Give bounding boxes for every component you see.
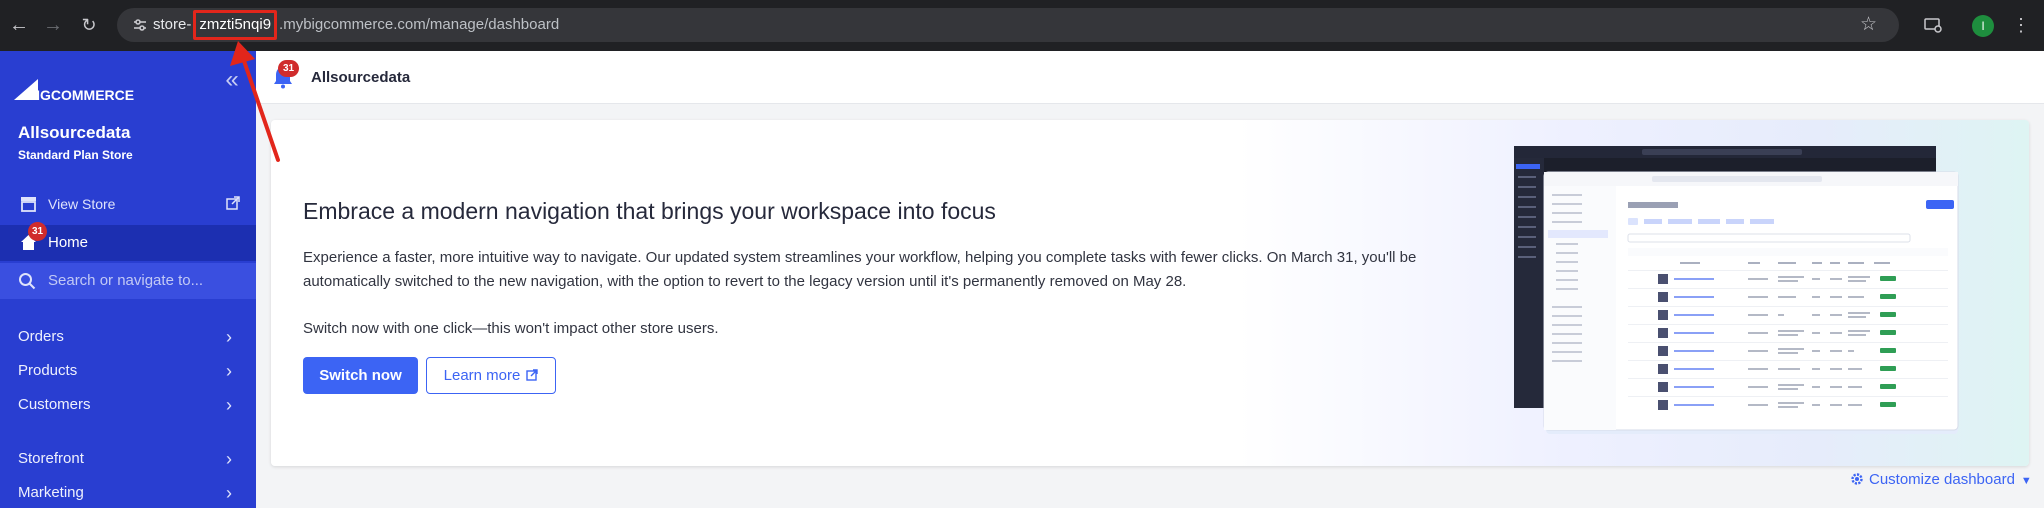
sidebar-item-customers[interactable]: Customers › <box>0 389 256 421</box>
logo-text: BIGCOMMERCE <box>26 87 134 103</box>
chevron-right-icon: › <box>226 483 232 503</box>
store-name: Allsourcedata <box>18 123 131 142</box>
banner-title: Embrace a modern navigation that brings … <box>303 198 996 224</box>
home-label: Home <box>48 234 89 251</box>
reload-icon[interactable]: ↻ <box>76 12 102 38</box>
browser-toolbar: ← → ↻ store-zmzti5nqi9 .mybigcommerce.com… <box>0 0 2044 51</box>
chevron-right-icon: › <box>226 395 232 415</box>
site-settings-icon[interactable] <box>125 8 155 42</box>
notification-badge: 31 <box>278 60 299 77</box>
view-store-link[interactable]: View Store <box>0 187 256 221</box>
forward-arrow-icon[interactable]: → <box>40 12 66 38</box>
bookmark-star-icon[interactable]: ☆ <box>1860 8 1877 42</box>
external-link-icon <box>526 369 539 381</box>
sidebar-item-home[interactable]: 31 Home <box>0 222 256 261</box>
chevron-right-icon: › <box>226 361 232 381</box>
view-store-label: View Store <box>48 196 116 212</box>
collapse-sidebar-icon[interactable]: « <box>220 68 244 93</box>
customize-dashboard-link[interactable]: Customize dashboard ▼ <box>1850 470 2032 490</box>
url-text[interactable]: store-zmzti5nqi9 .mybigcommerce.com/manag… <box>153 8 559 42</box>
profile-avatar[interactable]: I <box>1972 15 1994 37</box>
url-rest: .mybigcommerce.com/manage/dashboard <box>279 16 560 33</box>
banner-note: Switch now with one click—this won't imp… <box>303 320 719 337</box>
address-bar[interactable]: store-zmzti5nqi9 .mybigcommerce.com/manag… <box>117 8 1899 42</box>
storefront-icon <box>21 197 36 212</box>
switch-now-button[interactable]: Switch now <box>303 357 418 394</box>
learn-more-button[interactable]: Learn more <box>426 357 556 394</box>
search-icon <box>19 273 36 290</box>
external-link-icon <box>226 196 240 210</box>
sidebar-search[interactable]: Search or navigate to... <box>0 263 256 299</box>
gear-icon <box>1851 473 1863 485</box>
sidebar-item-marketing[interactable]: Marketing › <box>0 477 256 508</box>
sidebar-item-products[interactable]: Products › <box>0 355 256 387</box>
chevron-right-icon: › <box>226 449 232 469</box>
top-header: 31 Allsourcedata <box>256 51 2044 104</box>
url-highlight-box: zmzti5nqi9 <box>193 10 278 40</box>
sidebar-item-label: Products <box>18 362 78 379</box>
sidebar-item-label: Marketing <box>18 484 84 501</box>
screen: ← → ↻ store-zmzti5nqi9 .mybigcommerce.com… <box>0 0 2044 508</box>
sidebar-item-orders[interactable]: Orders › <box>0 321 256 353</box>
home-notification-badge: 31 <box>28 222 47 241</box>
url-prefix: store- <box>153 16 192 33</box>
bigcommerce-logo[interactable]: BIGCOMMERCE <box>12 69 182 109</box>
store-plan: Standard Plan Store <box>18 148 133 162</box>
sidebar: BIGCOMMERCE « Allsourcedata Standard Pla… <box>0 51 256 508</box>
sidebar-item-label: Storefront <box>18 450 84 467</box>
back-arrow-icon[interactable]: ← <box>6 12 32 38</box>
sidebar-item-label: Orders <box>18 328 64 345</box>
learn-more-label: Learn more <box>443 367 521 384</box>
cast-icon[interactable] <box>1920 12 1946 38</box>
sidebar-item-storefront[interactable]: Storefront › <box>0 443 256 475</box>
caret-down-icon: ▼ <box>2020 475 2032 487</box>
more-menu-icon[interactable]: ⋮ <box>2008 12 2034 38</box>
banner-body: Experience a faster, more intuitive way … <box>303 249 1417 290</box>
customize-dashboard-label: Customize dashboard <box>1869 471 2015 488</box>
header-store-name: Allsourcedata <box>311 69 411 86</box>
chevron-right-icon: › <box>226 327 232 347</box>
new-navigation-preview-image <box>1514 146 1959 434</box>
search-placeholder: Search or navigate to... <box>48 272 204 289</box>
sidebar-item-label: Customers <box>18 396 91 413</box>
